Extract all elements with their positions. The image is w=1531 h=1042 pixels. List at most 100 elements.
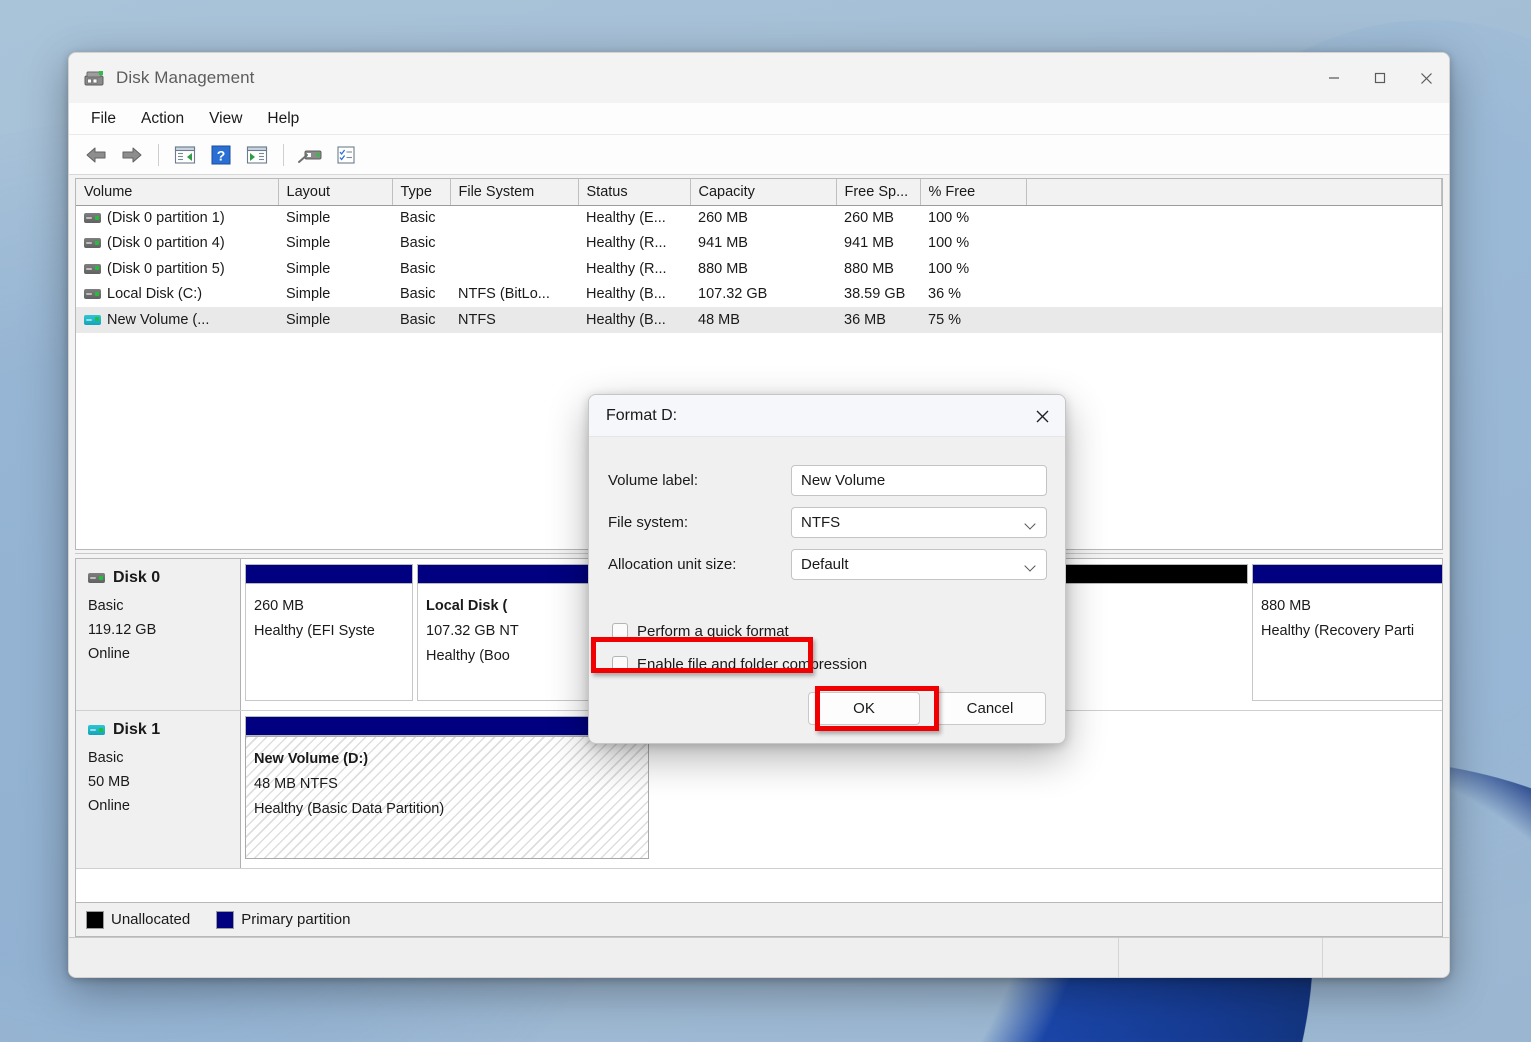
show-hide-action-pane-icon[interactable] (240, 140, 274, 170)
column-header-percent-free[interactable]: % Free (920, 179, 1027, 206)
cell-volume: Local Disk (C:) (76, 282, 278, 308)
menu-item-file[interactable]: File (80, 107, 127, 131)
properties-icon[interactable] (329, 140, 363, 170)
rescan-disks-icon[interactable] (293, 140, 327, 170)
cell-free-space: 260 MB (844, 210, 894, 226)
disk-management-window: Disk Management File Action View Help ? … (68, 52, 1450, 978)
legend-label-primary-partition: Primary partition (241, 911, 351, 928)
partition-size: 48 MB NTFS (254, 776, 338, 792)
cell-status: Healthy (E... (586, 210, 666, 226)
help-icon[interactable]: ? (204, 140, 238, 170)
format-dialog[interactable]: Format D: Volume label: New Volume File … (588, 394, 1066, 744)
cell-layout: Simple (286, 235, 331, 252)
cell-capacity: 941 MB (698, 235, 748, 252)
cell-volume: (Disk 0 partition 1) (76, 205, 278, 231)
partition-bar (1252, 564, 1442, 584)
column-header-volume[interactable]: Volume (76, 179, 279, 206)
forward-arrow-icon[interactable] (115, 140, 149, 170)
cell-volume: New Volume (... (76, 307, 278, 333)
legend-swatch-unallocated (86, 910, 104, 929)
volume-name: (Disk 0 partition 1) (107, 210, 225, 226)
cell-file-system (450, 256, 578, 282)
volume-table: Volume Layout Type File System Status Ca… (76, 179, 1442, 333)
cell-capacity: 880 MB (698, 260, 748, 277)
field-row-volume-label: Volume label: New Volume (608, 459, 1047, 501)
volume-table-body: (Disk 0 partition 1) Simple Basic Healthy (… (76, 205, 1442, 333)
disk-drive-icon (84, 263, 101, 274)
dialog-body: Volume label: New Volume File system: NT… (589, 437, 1065, 743)
cell-status: Healthy (R... (586, 235, 667, 252)
cell-filler (1026, 282, 1442, 308)
cell-type: Basic (400, 286, 436, 303)
cell-status: Healthy (B... (586, 286, 666, 303)
table-row[interactable]: (Disk 0 partition 4) Simple Basic Healthy (… (76, 231, 1442, 257)
close-icon[interactable] (1403, 53, 1449, 103)
menu-item-help[interactable]: Help (256, 107, 310, 131)
cell-file-system (450, 231, 578, 257)
column-header-filler[interactable] (1026, 179, 1442, 206)
table-row[interactable]: Local Disk (C:) Simple Basic NTFS (BitLo...… (76, 282, 1442, 308)
column-header-capacity[interactable]: Capacity (690, 179, 837, 206)
table-row[interactable]: (Disk 0 partition 1) Simple Basic Healthy (… (76, 205, 1442, 231)
checkbox-row-quick-format[interactable]: Perform a quick format (612, 617, 1047, 645)
table-row[interactable]: New Volume (... Simple Basic NTFS Healthy (B… (76, 307, 1442, 333)
status-segment-2 (1119, 938, 1323, 977)
disk-status: Online (88, 798, 130, 814)
dialog-buttons: OK Cancel (808, 692, 1046, 725)
ok-button[interactable]: OK (808, 692, 920, 725)
close-icon[interactable] (1019, 395, 1065, 437)
window-controls (1311, 53, 1449, 103)
cancel-button[interactable]: Cancel (934, 692, 1046, 725)
partition-recovery[interactable]: 880 MB Healthy (Recovery Parti (1252, 564, 1442, 701)
cell-free-space: 38.59 GB (844, 286, 906, 303)
dialog-titlebar[interactable]: Format D: (589, 395, 1065, 437)
cell-percent-free: 100 % (928, 235, 970, 252)
disk-name: Disk 0 (113, 569, 161, 586)
column-header-file-system[interactable]: File System (450, 179, 579, 206)
cell-filler (1026, 307, 1442, 333)
legend-swatch-primary-partition (216, 910, 235, 929)
column-header-layout[interactable]: Layout (278, 179, 393, 206)
status-segment-1 (69, 938, 1119, 977)
partition-efi-system[interactable]: 260 MB Healthy (EFI Syste (245, 564, 413, 701)
file-system-label: File system: (608, 513, 689, 531)
checkbox-row-compression[interactable]: Enable file and folder compression (612, 650, 1047, 678)
partition-status: Healthy (Recovery Parti (1261, 623, 1415, 639)
cell-layout: Simple (278, 307, 392, 333)
allocation-unit-size-label: Allocation unit size: (608, 555, 737, 573)
cell-capacity: 107.32 GB (698, 286, 768, 303)
maximize-icon[interactable] (1357, 53, 1403, 103)
window-titlebar[interactable]: Disk Management (69, 53, 1449, 103)
file-system-select[interactable]: NTFS (791, 506, 1047, 538)
field-row-allocation-unit-size: Allocation unit size: Default (608, 543, 1047, 585)
compression-label: Enable file and folder compression (637, 655, 868, 673)
partition-details: New Volume (D:) 48 MB NTFS Healthy (Basi… (245, 736, 649, 859)
partition-status: Healthy (Basic Data Partition) (254, 801, 445, 817)
column-header-free-space[interactable]: Free Sp... (836, 179, 921, 206)
volume-label-input[interactable]: New Volume (791, 464, 1047, 496)
disk-drive-icon (84, 289, 101, 300)
quick-format-checkbox[interactable] (612, 623, 628, 639)
compression-checkbox[interactable] (612, 656, 628, 672)
cell-capacity: 48 MB (690, 307, 836, 333)
cell-file-system (450, 205, 578, 231)
column-header-type[interactable]: Type (392, 179, 451, 206)
allocation-unit-size-select[interactable]: Default (791, 548, 1047, 580)
cell-type: Basic (400, 260, 436, 277)
removable-disk-icon (84, 314, 101, 325)
toolbar: ? (69, 135, 1449, 175)
back-arrow-icon[interactable] (79, 140, 113, 170)
minimize-icon[interactable] (1311, 53, 1357, 103)
menu-item-action[interactable]: Action (130, 107, 195, 131)
show-hide-console-tree-icon[interactable] (168, 140, 202, 170)
window-title: Disk Management (116, 68, 255, 87)
column-header-status[interactable]: Status (578, 179, 691, 206)
partition-details: 260 MB Healthy (EFI Syste (245, 584, 413, 701)
partition-bar (245, 564, 413, 584)
removable-disk-icon (88, 725, 105, 735)
menu-item-view[interactable]: View (198, 107, 253, 131)
cell-volume: (Disk 0 partition 4) (76, 231, 278, 257)
disk-type: Basic (88, 750, 124, 766)
cell-percent-free: 36 % (928, 286, 962, 303)
table-row[interactable]: (Disk 0 partition 5) Simple Basic Healthy (… (76, 256, 1442, 282)
